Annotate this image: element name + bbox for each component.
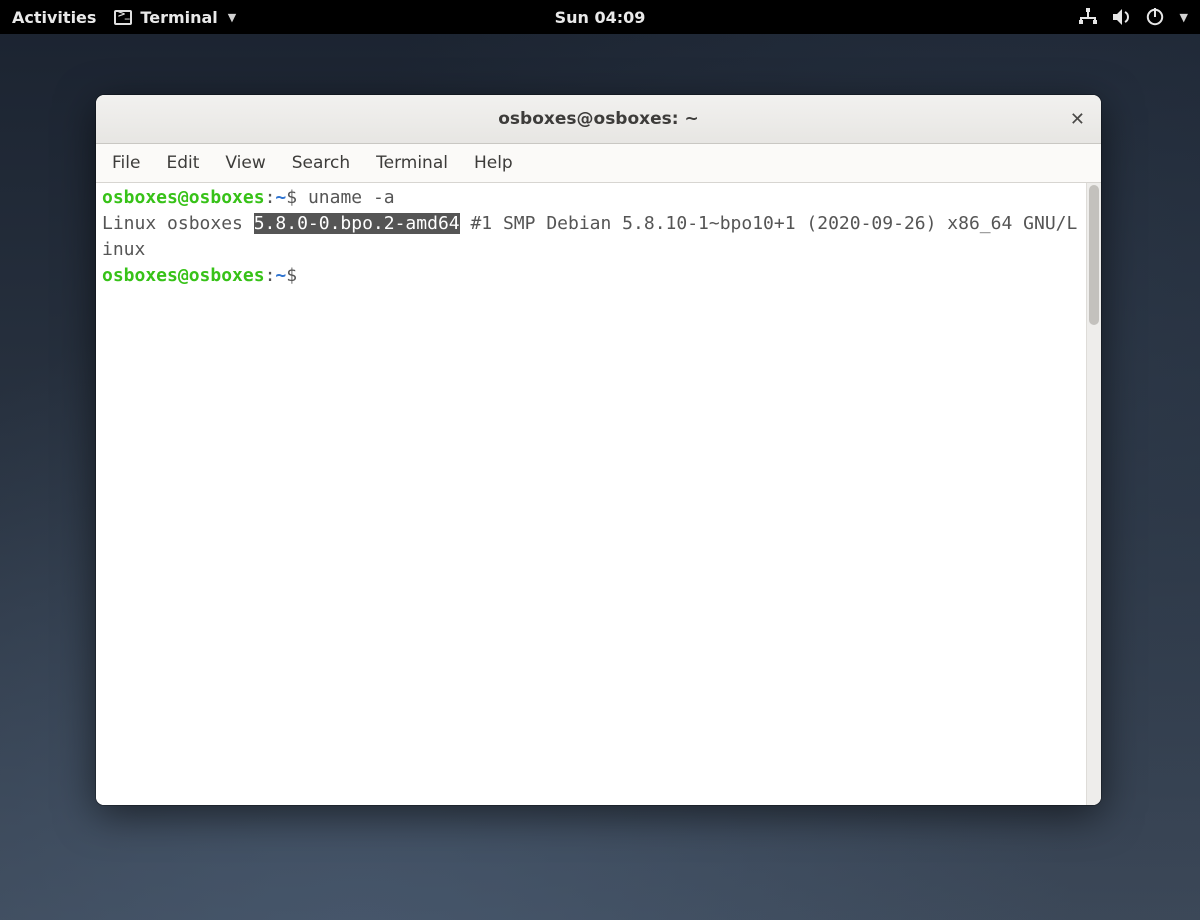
menubar: File Edit View Search Terminal Help [96,144,1101,183]
window-titlebar[interactable]: osboxes@osboxes: ~ ✕ [96,95,1101,144]
window-close-button[interactable]: ✕ [1070,95,1085,143]
output-prefix: Linux osboxes [102,213,254,234]
prompt-user: osboxes@osboxes [102,187,265,208]
terminal-window: osboxes@osboxes: ~ ✕ File Edit View Sear… [96,95,1101,805]
gnome-top-bar: Activities Terminal ▼ Sun 04:09 ▼ [0,0,1200,34]
network-icon[interactable] [1078,8,1098,26]
scrollbar[interactable] [1086,183,1101,805]
volume-icon[interactable] [1112,8,1132,26]
app-menu[interactable]: Terminal ▼ [114,8,236,27]
menu-search[interactable]: Search [292,153,350,173]
clock[interactable]: Sun 04:09 [555,8,646,27]
prompt-sep: : [265,265,276,286]
chevron-down-icon: ▼ [228,11,236,24]
prompt-dollar: $ [286,187,308,208]
close-icon: ✕ [1070,109,1085,130]
prompt-sep: : [265,187,276,208]
prompt-path: ~ [275,265,286,286]
menu-file[interactable]: File [112,153,140,173]
output-selected: 5.8.0-0.bpo.2-amd64 [254,213,460,234]
prompt-user: osboxes@osboxes [102,265,265,286]
terminal-app-icon [114,10,132,25]
app-menu-label: Terminal [140,8,217,27]
menu-view[interactable]: View [225,153,265,173]
menu-edit[interactable]: Edit [166,153,199,173]
system-menu-caret-icon[interactable]: ▼ [1180,11,1188,24]
prompt-dollar: $ [286,265,297,286]
menu-terminal[interactable]: Terminal [376,153,448,173]
power-icon[interactable] [1146,8,1164,26]
command-text: uname -a [308,187,395,208]
activities-button[interactable]: Activities [12,8,96,27]
terminal-output[interactable]: osboxes@osboxes:~$ uname -a Linux osboxe… [96,183,1086,805]
window-title: osboxes@osboxes: ~ [498,109,698,129]
scrollbar-thumb[interactable] [1089,185,1099,325]
terminal-area: osboxes@osboxes:~$ uname -a Linux osboxe… [96,183,1101,805]
prompt-path: ~ [275,187,286,208]
menu-help[interactable]: Help [474,153,513,173]
desktop: Activities Terminal ▼ Sun 04:09 ▼ [0,0,1200,920]
